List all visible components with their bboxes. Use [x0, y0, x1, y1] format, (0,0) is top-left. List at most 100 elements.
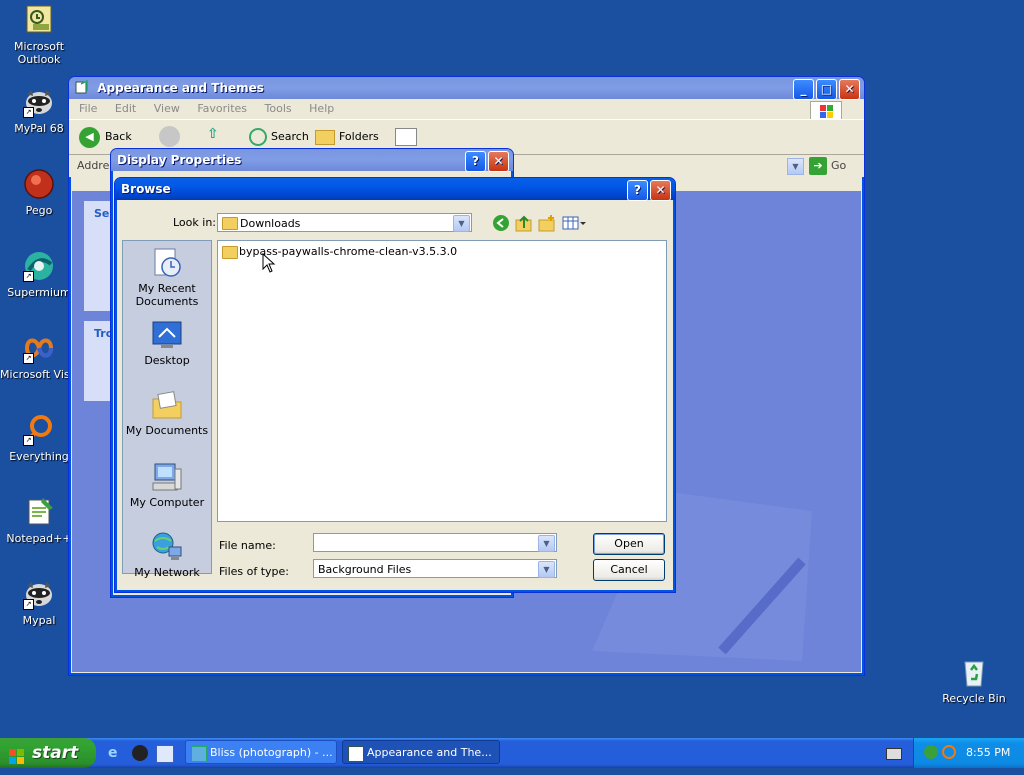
window-titlebar[interactable]: Appearance and Themes _ □ ✕	[69, 77, 864, 100]
help-button[interactable]: ?	[465, 151, 486, 172]
place-label: Desktop	[144, 354, 190, 367]
desktop-icon-label: Microsoft Outlook	[13, 40, 65, 66]
pego-icon	[23, 168, 55, 200]
place-label: My Documents	[125, 424, 209, 437]
go-button[interactable]: ➔ Go	[809, 156, 846, 176]
cancel-button[interactable]: Cancel	[593, 559, 665, 581]
start-label: start	[32, 743, 79, 763]
menu-file[interactable]: File	[79, 102, 97, 115]
folders-icon	[315, 130, 335, 145]
window-titlebar[interactable]: Display Properties ? ✕	[111, 149, 513, 172]
file-name-input[interactable]: ▼	[313, 533, 557, 552]
up-folder-icon[interactable]: ⇧	[207, 126, 227, 146]
desktop-icon-everything[interactable]: ↗ Everything	[0, 414, 78, 463]
file-list[interactable]: bypass-paywalls-chrome-clean-v3.5.3.0	[217, 240, 667, 522]
tray-search-icon[interactable]	[942, 745, 956, 759]
look-in-combo[interactable]: Downloads ▼	[217, 213, 472, 232]
go-arrow-icon: ➔	[809, 157, 827, 175]
place-my-computer[interactable]: My Computer	[123, 461, 211, 509]
menu-edit[interactable]: Edit	[115, 102, 136, 115]
clock[interactable]: 8:55 PM	[966, 738, 1010, 768]
outlook-icon	[23, 4, 55, 36]
folders-button[interactable]: Folders	[315, 126, 379, 148]
desktop-icon-label-text: Microsoft Visual Studio 2008	[0, 368, 78, 381]
place-my-recent-documents[interactable]: My Recent Documents	[123, 247, 211, 308]
chevron-down-icon[interactable]: ▼	[538, 561, 555, 578]
shortcut-arrow-icon: ↗	[23, 271, 34, 282]
browse-dialog[interactable]: Browse ? ✕ Look in: Downloads ▼ My Recen…	[114, 177, 676, 593]
menu-favorites[interactable]: Favorites	[197, 102, 247, 115]
window-title: Browse	[121, 182, 171, 196]
menu-help[interactable]: Help	[309, 102, 334, 115]
visual-studio-icon: ↗	[23, 332, 55, 364]
quicklaunch-mypal-icon[interactable]	[132, 745, 148, 761]
desktop-icon-label: Notepad++	[6, 532, 72, 545]
list-item[interactable]: bypass-paywalls-chrome-clean-v3.5.3.0	[221, 244, 457, 260]
look-in-value: Downloads	[240, 217, 301, 230]
desktop-icon-mypal[interactable]: ↗ Mypal	[0, 578, 78, 627]
go-label: Go	[831, 159, 847, 172]
place-desktop[interactable]: Desktop	[123, 319, 211, 367]
quicklaunch-explorer-icon[interactable]	[156, 745, 174, 763]
everything-icon: ↗	[23, 414, 55, 446]
file-name-label: File name:	[219, 539, 276, 552]
desktop-icon-visual-studio[interactable]: ↗ Microsoft Visual Studio 2008	[0, 332, 78, 381]
search-button[interactable]: Search	[249, 126, 309, 148]
help-button[interactable]: ?	[627, 180, 648, 201]
dialog-body: Look in: Downloads ▼ My Recent Documents	[118, 202, 672, 589]
place-label: My Recent Documents	[135, 282, 199, 308]
close-button[interactable]: ✕	[839, 79, 860, 100]
desktop-icon-recycle-bin[interactable]: Recycle Bin	[935, 656, 1013, 705]
back-label: Back	[105, 130, 132, 143]
maximize-button[interactable]: □	[816, 79, 837, 100]
desktop-icon-label: Mypal	[22, 614, 56, 627]
minimize-button[interactable]: _	[793, 79, 814, 100]
recycle-bin-icon	[958, 656, 990, 688]
chevron-down-icon[interactable]: ▼	[538, 535, 555, 552]
folders-label: Folders	[339, 130, 379, 143]
folder-icon	[222, 217, 238, 230]
tray-app-icon[interactable]	[924, 745, 938, 759]
address-dropdown[interactable]: ▼	[787, 158, 804, 175]
chevron-down-icon[interactable]: ▼	[453, 215, 470, 232]
shortcut-arrow-icon: ↗	[23, 353, 34, 364]
raccoon-icon: ↗	[23, 578, 55, 610]
files-of-type-select[interactable]: Background Files ▼	[313, 559, 557, 578]
desktop-icon	[151, 319, 183, 351]
place-my-documents[interactable]: My Documents	[123, 389, 211, 437]
open-button[interactable]: Open	[593, 533, 665, 555]
menu-tools[interactable]: Tools	[265, 102, 292, 115]
desktop-icon-label: Microsoft Visual Studio 2008	[0, 368, 78, 381]
keyboard-icon[interactable]	[886, 748, 902, 760]
menu-bar: File Edit View Favorites Tools Help	[69, 99, 864, 123]
back-button[interactable]: ◀ Back	[79, 126, 132, 148]
desktop-icon-mypal68[interactable]: ↗ MyPal 68	[0, 86, 78, 135]
window-titlebar[interactable]: Browse ? ✕	[115, 178, 675, 201]
close-button[interactable]: ✕	[650, 180, 671, 201]
files-of-type-label: Files of type:	[219, 565, 290, 578]
desktop-icon-notepadpp[interactable]: Notepad++	[0, 496, 78, 545]
task-label: Bliss (photograph) - ...	[210, 746, 333, 759]
start-button[interactable]: start	[0, 738, 96, 768]
taskbar-task-appearance[interactable]: Appearance and The...	[342, 740, 500, 764]
view-menu-icon[interactable]	[562, 214, 586, 232]
desktop-icon-supermium[interactable]: ↗ Supermium	[0, 250, 78, 299]
forward-icon[interactable]	[159, 126, 180, 147]
up-folder-icon[interactable]	[515, 214, 533, 232]
recent-documents-icon	[151, 247, 183, 279]
window-title: Appearance and Themes	[97, 81, 264, 95]
close-button[interactable]: ✕	[488, 151, 509, 172]
desktop-icon-outlook[interactable]: Microsoft Outlook	[0, 4, 78, 66]
my-computer-icon	[151, 461, 183, 493]
places-bar: My Recent Documents Desktop My Documents…	[122, 240, 212, 579]
new-folder-icon[interactable]	[538, 214, 556, 232]
quicklaunch-ie-icon[interactable]: e	[108, 745, 124, 761]
task-label: Appearance and The...	[367, 746, 492, 759]
views-icon[interactable]	[395, 128, 417, 146]
menu-view[interactable]: View	[154, 102, 180, 115]
windows-flag-icon	[9, 745, 25, 764]
taskbar-task-bliss[interactable]: Bliss (photograph) - ...	[185, 740, 337, 764]
place-my-network[interactable]: My Network	[123, 531, 211, 579]
desktop-icon-pego[interactable]: Pego	[0, 168, 78, 217]
back-icon[interactable]	[492, 214, 510, 232]
